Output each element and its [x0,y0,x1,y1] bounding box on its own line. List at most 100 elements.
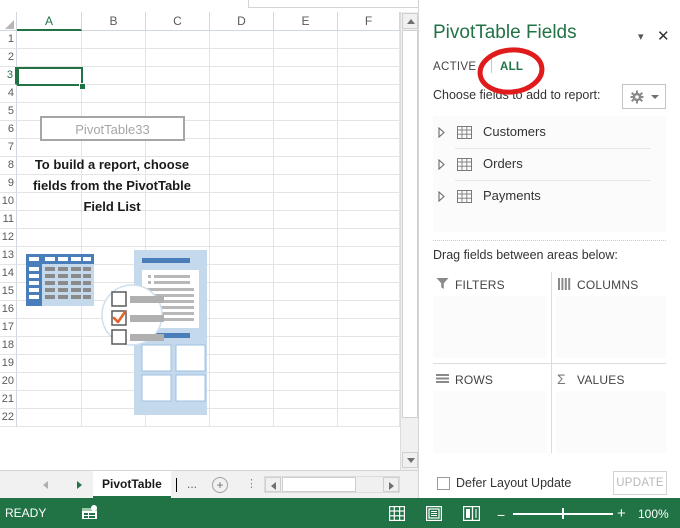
tab-split-handle[interactable]: ⋮ [246,479,257,490]
cell[interactable] [210,67,274,85]
cell[interactable] [274,85,338,103]
cell[interactable] [82,49,146,67]
field-item-orders[interactable]: Orders [433,150,666,180]
new-sheet-button[interactable]: + [212,477,228,493]
cell[interactable] [210,49,274,67]
column-header-B[interactable]: B [82,12,146,31]
row-header-1[interactable]: 1 [0,31,17,49]
row-header-22[interactable]: 22 [0,409,17,427]
zoom-slider-handle[interactable] [562,508,564,519]
cell[interactable] [146,67,210,85]
vertical-scrollbar[interactable] [400,12,418,470]
cell[interactable] [146,85,210,103]
cell[interactable] [274,283,338,301]
cell[interactable] [82,31,146,49]
cell[interactable] [338,391,400,409]
macro-record-icon[interactable] [81,505,99,521]
cell[interactable] [338,301,400,319]
row-header-21[interactable]: 21 [0,391,17,409]
cell[interactable] [17,31,82,49]
column-header-F[interactable]: F [338,12,400,31]
cell[interactable] [274,175,338,193]
cell[interactable] [82,67,146,85]
tab-all-fields[interactable]: ALL [500,61,523,73]
cell[interactable] [210,193,274,211]
zoom-out-button[interactable]: − [497,507,505,523]
cell[interactable] [274,409,338,427]
cell[interactable] [274,49,338,67]
row-header-13[interactable]: 13 [0,247,17,265]
sheet-overflow-ellipsis[interactable]: ... [187,471,197,497]
cell[interactable] [338,85,400,103]
row-header-16[interactable]: 16 [0,301,17,319]
expand-triangle-icon[interactable] [437,159,446,170]
previous-sheet-button[interactable] [38,477,54,493]
values-drop-zone[interactable] [556,391,666,453]
cell[interactable] [210,139,274,157]
sheet-tab-pivottable[interactable]: PivotTable [93,471,171,498]
defer-layout-update-checkbox[interactable] [437,477,450,490]
cell[interactable] [338,355,400,373]
row-header-19[interactable]: 19 [0,355,17,373]
worksheet-grid[interactable]: A B C D E F 1 2 3 4 5 6 7 8 9 10 11 12 13 14 15 16 17 18 1… [0,12,418,470]
cell[interactable] [338,319,400,337]
row-header-12[interactable]: 12 [0,229,17,247]
row-header-11[interactable]: 11 [0,211,17,229]
normal-view-button[interactable] [389,506,405,521]
cell[interactable] [17,85,82,103]
field-list-tools-button[interactable] [622,84,666,109]
cell[interactable] [17,49,82,67]
cell[interactable] [274,319,338,337]
scroll-left-button[interactable] [265,477,281,492]
active-cell-a3[interactable] [17,67,83,86]
row-header-6[interactable]: 6 [0,121,17,139]
cell[interactable] [210,157,274,175]
row-header-7[interactable]: 7 [0,139,17,157]
zoom-in-button[interactable]: + [617,505,626,522]
cell[interactable] [338,31,400,49]
expand-triangle-icon[interactable] [437,191,446,202]
next-sheet-button[interactable] [72,477,88,493]
filters-drop-zone[interactable] [433,296,547,358]
cell[interactable] [274,103,338,121]
row-header-4[interactable]: 4 [0,85,17,103]
cell[interactable] [338,283,400,301]
pane-minimize-button[interactable]: ▾ [638,30,644,43]
cell[interactable] [274,211,338,229]
zoom-percentage-label[interactable]: 100% [638,507,669,521]
cell[interactable] [274,121,338,139]
fill-handle[interactable] [79,83,86,90]
cell[interactable] [338,139,400,157]
page-break-view-button[interactable] [463,506,480,521]
cell[interactable] [274,355,338,373]
cell[interactable] [274,373,338,391]
cell[interactable] [210,175,274,193]
row-header-18[interactable]: 18 [0,337,17,355]
rows-drop-zone[interactable] [433,391,547,453]
cell[interactable] [338,247,400,265]
cell[interactable] [274,301,338,319]
cell[interactable] [338,121,400,139]
cell[interactable] [82,85,146,103]
cell[interactable] [274,193,338,211]
cell[interactable] [274,31,338,49]
pane-close-button[interactable]: ✕ [657,27,670,45]
cell[interactable] [146,31,210,49]
cell[interactable] [338,211,400,229]
scroll-down-button[interactable] [402,452,418,468]
field-item-payments[interactable]: Payments [433,182,666,212]
row-header-17[interactable]: 17 [0,319,17,337]
horizontal-scroll-thumb[interactable] [282,477,356,492]
cell[interactable] [274,67,338,85]
columns-drop-zone[interactable] [556,296,666,358]
cell[interactable] [338,49,400,67]
cell[interactable] [338,103,400,121]
column-header-D[interactable]: D [210,12,274,31]
row-header-5[interactable]: 5 [0,103,17,121]
cell[interactable] [274,337,338,355]
row-header-14[interactable]: 14 [0,265,17,283]
field-item-customers[interactable]: Customers [433,118,666,148]
cell[interactable] [210,31,274,49]
select-all-corner[interactable] [0,12,17,31]
cell[interactable] [338,67,400,85]
